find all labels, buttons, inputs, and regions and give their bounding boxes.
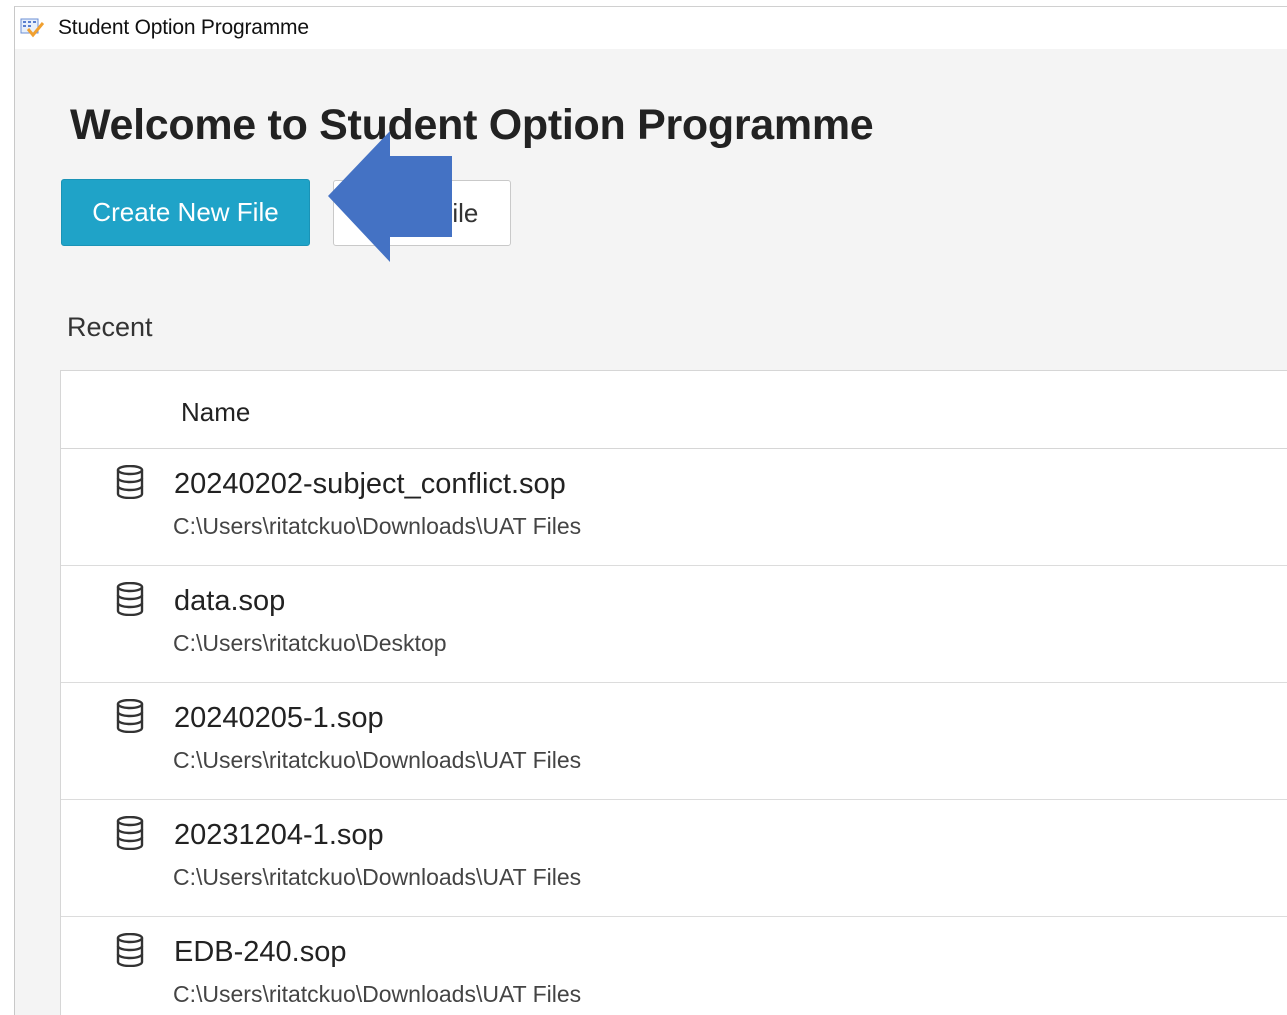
recent-heading: Recent — [67, 312, 153, 342]
recent-file-row[interactable]: EDB-240.sop C:\Users\ritatckuo\Downloads… — [61, 917, 1287, 1015]
database-icon — [116, 933, 144, 967]
calendar-check-icon — [20, 18, 44, 38]
recent-files-list: Name 20240202-subject_conflict.sop C:\Us… — [60, 370, 1287, 1015]
file-path: C:\Users\ritatckuo\Desktop — [173, 630, 447, 656]
title-bar: Student Option Programme — [15, 7, 1287, 49]
table-header: Name — [61, 371, 1287, 449]
window-title: Student Option Programme — [58, 16, 309, 39]
file-name: 20240205-1.sop — [174, 702, 384, 734]
file-name: EDB-240.sop — [174, 936, 347, 968]
database-icon — [116, 699, 144, 733]
column-header-name[interactable]: Name — [181, 397, 250, 428]
file-name: data.sop — [174, 585, 286, 617]
database-icon — [116, 465, 144, 499]
file-name: 20240202-subject_conflict.sop — [174, 468, 566, 500]
database-icon — [116, 582, 144, 616]
database-icon — [116, 816, 144, 850]
app-window: Student Option Programme Welcome to Stud… — [14, 6, 1287, 1015]
file-name: 20231204-1.sop — [174, 819, 384, 851]
recent-file-row[interactable]: 20240202-subject_conflict.sop C:\Users\r… — [61, 449, 1287, 566]
create-new-file-button[interactable]: Create New File — [61, 179, 310, 246]
recent-file-row[interactable]: data.sop C:\Users\ritatckuo\Desktop — [61, 566, 1287, 683]
file-path: C:\Users\ritatckuo\Downloads\UAT Files — [173, 864, 582, 890]
recent-file-row[interactable]: 20231204-1.sop C:\Users\ritatckuo\Downlo… — [61, 800, 1287, 917]
open-file-button[interactable]: Open File — [333, 180, 511, 246]
welcome-heading: Welcome to Student Option Programme — [70, 101, 874, 149]
file-path: C:\Users\ritatckuo\Downloads\UAT Files — [173, 747, 582, 773]
recent-file-row[interactable]: 20240205-1.sop C:\Users\ritatckuo\Downlo… — [61, 683, 1287, 800]
file-path: C:\Users\ritatckuo\Downloads\UAT Files — [173, 513, 582, 539]
file-path: C:\Users\ritatckuo\Downloads\UAT Files — [173, 981, 582, 1007]
